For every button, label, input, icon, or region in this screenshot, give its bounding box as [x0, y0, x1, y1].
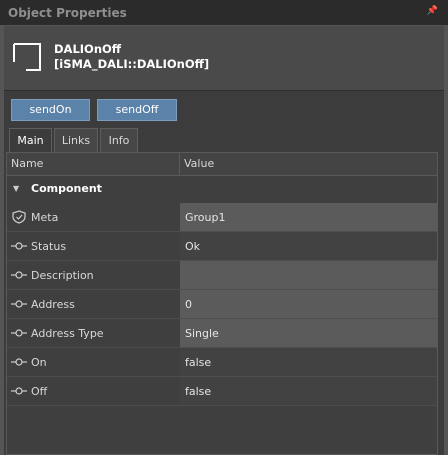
- property-value[interactable]: 0: [180, 290, 437, 318]
- slot-icon: [11, 271, 27, 279]
- property-name: Address Type: [31, 327, 104, 340]
- property-name: Address: [31, 298, 75, 311]
- slot-icon: [11, 387, 27, 395]
- tab-info[interactable]: Info: [100, 128, 138, 152]
- property-name: Description: [31, 269, 94, 282]
- chevron-down-icon[interactable]: ▼: [13, 184, 19, 193]
- column-header-name[interactable]: Name: [11, 157, 43, 170]
- property-row-on[interactable]: On false: [7, 348, 437, 377]
- property-value: Ok: [180, 232, 437, 260]
- property-name: Meta: [31, 211, 59, 224]
- component-type: [iSMA_DALI::DALIOnOff]: [54, 57, 210, 71]
- send-off-button[interactable]: sendOff: [97, 99, 177, 121]
- property-value[interactable]: Group1: [180, 203, 437, 231]
- shield-icon: [12, 210, 26, 224]
- component-name: DALIOnOff: [54, 42, 122, 56]
- grid-header: Name Value: [7, 153, 437, 176]
- slot-icon: [11, 300, 27, 308]
- property-row-meta[interactable]: Meta Group1: [7, 203, 437, 232]
- group-label: Component: [31, 182, 102, 195]
- tab-links[interactable]: Links: [54, 128, 98, 152]
- property-name: Status: [31, 240, 67, 253]
- property-grid: Name Value ▼ Component Meta Group1 Statu…: [6, 152, 438, 455]
- slot-icon: [11, 242, 27, 250]
- property-value: false: [180, 348, 437, 376]
- tab-main[interactable]: Main: [9, 128, 52, 153]
- component-square-icon: [13, 43, 41, 71]
- pin-icon[interactable]: 📌: [427, 6, 438, 16]
- property-value[interactable]: [180, 261, 437, 289]
- property-row-description[interactable]: Description: [7, 261, 437, 290]
- property-value[interactable]: Single: [180, 319, 437, 347]
- property-value: false: [180, 377, 437, 405]
- property-name: Off: [31, 385, 48, 398]
- component-header: DALIOnOff [iSMA_DALI::DALIOnOff]: [4, 26, 444, 91]
- property-row-address-type[interactable]: Address Type Single: [7, 319, 437, 348]
- property-row-off[interactable]: Off false: [7, 377, 437, 406]
- panel-titlebar: Object Properties 📌: [0, 0, 448, 26]
- panel-title: Object Properties: [8, 6, 127, 20]
- property-row-status[interactable]: Status Ok: [7, 232, 437, 261]
- property-name: On: [31, 356, 47, 369]
- property-row-address[interactable]: Address 0: [7, 290, 437, 319]
- group-component[interactable]: ▼ Component: [7, 176, 437, 202]
- column-header-value[interactable]: Value: [184, 157, 214, 170]
- column-divider[interactable]: [179, 153, 180, 175]
- slot-icon: [11, 358, 27, 366]
- send-on-button[interactable]: sendOn: [11, 99, 90, 121]
- slot-icon: [11, 329, 27, 337]
